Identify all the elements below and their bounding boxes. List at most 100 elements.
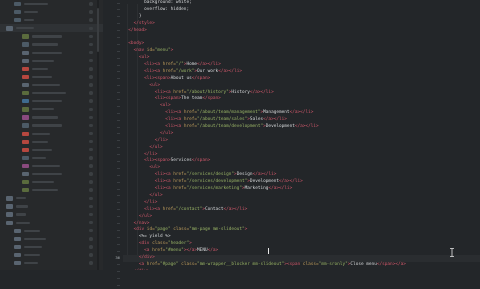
code-line[interactable]: <li><a href="/services/marketing">Market… <box>123 186 480 193</box>
code-token: </nav> <box>123 220 150 226</box>
line-marker-dash <box>117 223 120 224</box>
current-line-number: 36 <box>115 254 120 260</box>
code-line[interactable]: </ul> <box>123 214 480 221</box>
sidebar-item[interactable] <box>0 57 103 65</box>
line-marker-dash <box>117 50 120 52</box>
sidebar-item[interactable] <box>0 154 103 162</box>
code-line[interactable]: <li><span>The team</span> <box>123 96 480 103</box>
code-token: href= <box>173 89 187 95</box>
code-line[interactable]: <div id="page" class="mm-page mm-slideou… <box>123 227 480 234</box>
code-line[interactable]: </style> <box>123 21 480 28</box>
line-number-marker <box>103 207 123 214</box>
file-icon <box>22 42 29 47</box>
git-status-dot-icon <box>89 18 93 22</box>
sidebar-item[interactable] <box>0 40 103 48</box>
sidebar-item[interactable] <box>0 105 103 113</box>
code-line[interactable]: <body> <box>123 41 480 48</box>
sidebar-item[interactable] <box>0 178 103 186</box>
sidebar-item-label <box>32 83 60 87</box>
line-number-gutter: 36 <box>103 0 123 287</box>
sidebar-item[interactable] <box>0 32 103 40</box>
code-lines[interactable]: background: white; overflow: hidden; } <… <box>123 0 480 270</box>
code-token: <li><a <box>123 62 163 68</box>
code-line[interactable]: </ul> <box>123 131 480 138</box>
code-line[interactable]: background: white; <box>123 0 480 7</box>
sidebar-scrollbar[interactable] <box>97 0 99 270</box>
sidebar-item[interactable] <box>0 210 103 218</box>
sidebar-item[interactable] <box>0 235 103 243</box>
code-line[interactable]: <ul> <box>123 83 480 90</box>
sidebar-item[interactable] <box>0 186 103 194</box>
sidebar-item[interactable] <box>0 259 103 267</box>
code-token: </ul> <box>123 213 153 219</box>
code-line[interactable]: <li><a href="/contact">Contact</a></li> <box>123 207 480 214</box>
code-line[interactable]: <li><a href="/about/team/sales">Sales</a… <box>123 117 480 124</box>
code-token: </li> <box>123 151 158 157</box>
sidebar-item-label <box>32 35 62 38</box>
code-line[interactable]: <ul> <box>123 55 480 62</box>
code-line[interactable]: </div> <box>123 254 480 262</box>
code-line[interactable]: </li> <box>123 138 480 145</box>
code-line[interactable]: <li><a href="/services/development">Deve… <box>123 179 480 186</box>
code-line[interactable]: <a href="#page" class="mm-wrapper__block… <box>123 262 480 269</box>
sidebar-item[interactable] <box>0 121 103 129</box>
sidebar-item[interactable] <box>0 113 103 121</box>
file-icon <box>22 131 29 136</box>
code-line[interactable]: <nav id="menu"> <box>123 48 480 55</box>
sidebar-item[interactable] <box>0 162 103 170</box>
code-line[interactable]: </ul> <box>123 193 480 200</box>
file-icon <box>22 155 29 161</box>
sidebar-item[interactable] <box>0 251 103 259</box>
code-line[interactable]: </ul> <box>123 145 480 152</box>
code-line[interactable]: overflow: hidden; <box>123 7 480 14</box>
code-token: "#page" <box>160 261 182 267</box>
code-editor-pane[interactable]: background: white; overflow: hidden; } <… <box>123 0 480 270</box>
sidebar-item[interactable] <box>0 219 103 227</box>
sidebar-item[interactable] <box>0 243 103 251</box>
code-line[interactable]: <li><a href="/about/team/development">De… <box>123 124 480 131</box>
sidebar-item[interactable] <box>0 65 103 73</box>
code-line[interactable]: <li><span>About us</span> <box>123 76 480 83</box>
code-token: <li><a <box>123 206 163 212</box>
sidebar-scrollbar-thumb[interactable] <box>97 8 99 52</box>
sidebar-item[interactable] <box>0 24 103 33</box>
sidebar-item[interactable] <box>0 130 103 138</box>
code-line[interactable]: <li><span>Services</span> <box>123 158 480 165</box>
code-line[interactable]: </head> <box>123 28 480 35</box>
line-marker-dash <box>117 243 120 245</box>
code-line[interactable] <box>123 34 480 41</box>
sidebar-item[interactable] <box>0 138 103 146</box>
code-token: class= <box>181 261 198 267</box>
sidebar-item[interactable] <box>0 227 103 235</box>
code-line[interactable]: </li> <box>123 200 480 207</box>
sidebar-item[interactable] <box>0 89 103 97</box>
line-marker-dash <box>117 188 120 190</box>
sidebar-item[interactable] <box>0 8 103 16</box>
sidebar-item[interactable] <box>0 146 103 154</box>
code-line[interactable]: <li><a href="/">Home</a></li> <box>123 62 480 69</box>
line-number-marker <box>103 103 123 110</box>
file-icon <box>22 74 29 80</box>
sidebar-item[interactable] <box>0 81 103 89</box>
file-icon <box>22 58 29 63</box>
sidebar-item[interactable] <box>0 0 103 8</box>
line-marker-dash <box>117 2 120 4</box>
code-line[interactable]: <li><a href="/work">Our work</a></li> <box>123 69 480 76</box>
git-status-dot-icon <box>89 123 93 128</box>
line-marker-dash <box>117 160 120 162</box>
sidebar-item[interactable] <box>0 73 103 81</box>
folder-icon <box>6 212 13 217</box>
line-marker-dash <box>117 133 120 135</box>
sidebar-item[interactable] <box>0 97 103 105</box>
code-line[interactable]: <a href="#menu"></a>MENU</a> <box>123 248 480 255</box>
sidebar-item[interactable] <box>0 194 103 202</box>
sidebar-item-label <box>32 156 46 159</box>
line-number-marker <box>103 110 123 117</box>
code-line[interactable]: } <box>123 14 480 21</box>
code-token: </span> <box>202 96 221 102</box>
sidebar-item[interactable] <box>0 49 103 57</box>
sidebar-item[interactable] <box>0 202 103 210</box>
sidebar-item[interactable] <box>0 16 103 24</box>
sidebar-item[interactable] <box>0 170 103 178</box>
line-number-marker <box>103 0 123 7</box>
